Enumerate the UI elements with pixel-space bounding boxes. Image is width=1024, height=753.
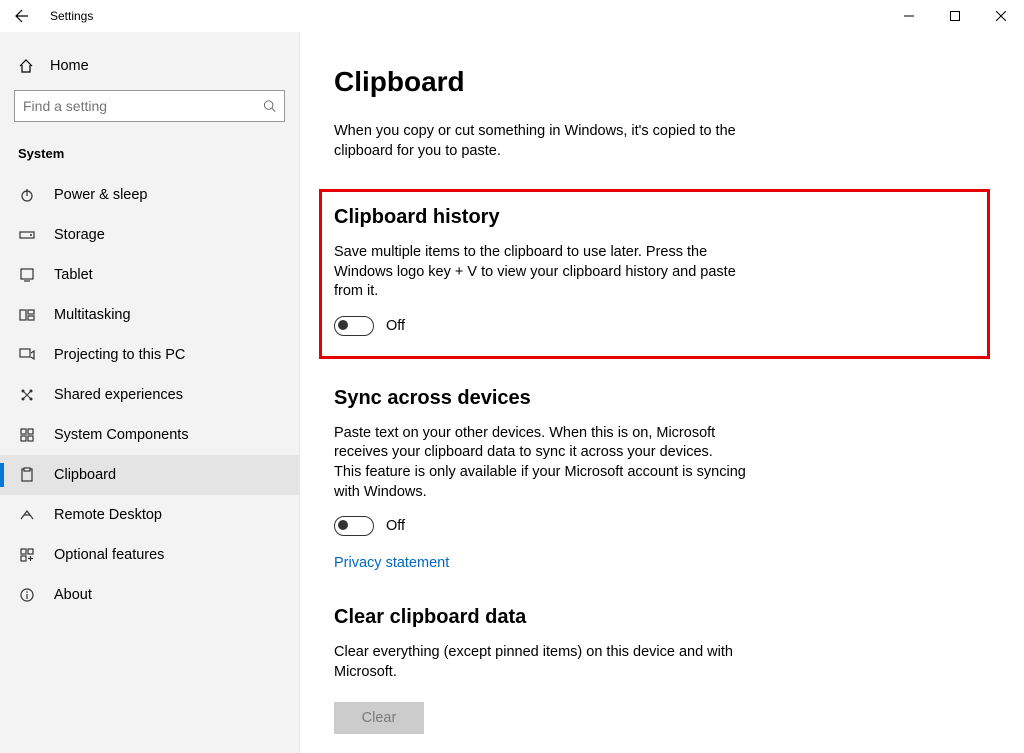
components-icon	[18, 427, 36, 443]
sidebar-item-label: Clipboard	[54, 467, 116, 483]
window-controls	[886, 0, 1024, 32]
sidebar-item-label: Remote Desktop	[54, 507, 162, 523]
clear-button[interactable]: Clear	[334, 702, 424, 734]
sidebar-heading: System	[0, 136, 299, 175]
maximize-button[interactable]	[932, 0, 978, 32]
sidebar-item-label: System Components	[54, 427, 189, 443]
sidebar-item-tablet[interactable]: Tablet	[0, 255, 299, 295]
sidebar-item-projecting[interactable]: Projecting to this PC	[0, 335, 299, 375]
maximize-icon	[950, 11, 960, 21]
sidebar-item-label: Storage	[54, 227, 105, 243]
clear-section: Clear clipboard data Clear everything (e…	[334, 606, 984, 734]
sidebar-item-remote-desktop[interactable]: Remote Desktop	[0, 495, 299, 535]
sidebar-home-label: Home	[50, 58, 89, 74]
info-icon	[18, 587, 36, 603]
sidebar-item-label: Multitasking	[54, 307, 131, 323]
clipboard-history-toggle-label: Off	[386, 318, 405, 334]
sidebar-item-label: Tablet	[54, 267, 93, 283]
sidebar-item-label: Optional features	[54, 547, 164, 563]
minimize-icon	[904, 11, 914, 21]
sync-toggle[interactable]	[334, 516, 374, 536]
multitasking-icon	[18, 307, 36, 323]
close-icon	[996, 11, 1006, 21]
remote-desktop-icon	[18, 507, 36, 523]
arrow-left-icon	[14, 8, 30, 24]
power-icon	[18, 187, 36, 203]
window-title: Settings	[50, 9, 93, 23]
sidebar-item-about[interactable]: About	[0, 575, 299, 615]
search-box[interactable]	[14, 90, 285, 122]
sidebar: Home System Power & sleep Storage Tablet…	[0, 32, 300, 753]
sidebar-item-system-components[interactable]: System Components	[0, 415, 299, 455]
home-icon	[18, 58, 34, 74]
projecting-icon	[18, 347, 36, 363]
page-description: When you copy or cut something in Window…	[334, 122, 754, 161]
shared-icon	[18, 387, 36, 403]
sidebar-item-multitasking[interactable]: Multitasking	[0, 295, 299, 335]
clear-title: Clear clipboard data	[334, 606, 984, 629]
sync-desc-2: This feature is only available if your M…	[334, 463, 754, 502]
sidebar-item-label: Projecting to this PC	[54, 347, 185, 363]
close-button[interactable]	[978, 0, 1024, 32]
clipboard-history-toggle-row: Off	[334, 316, 975, 336]
body: Home System Power & sleep Storage Tablet…	[0, 32, 1024, 753]
sidebar-item-storage[interactable]: Storage	[0, 215, 299, 255]
sync-section: Sync across devices Paste text on your o…	[334, 387, 984, 572]
sync-toggle-row: Off	[334, 516, 984, 536]
search-icon	[263, 99, 276, 113]
sidebar-item-label: Shared experiences	[54, 387, 183, 403]
minimize-button[interactable]	[886, 0, 932, 32]
toggle-knob	[338, 520, 348, 530]
page-title: Clipboard	[334, 66, 984, 98]
clear-desc: Clear everything (except pinned items) o…	[334, 643, 754, 682]
optional-features-icon	[18, 547, 36, 563]
sync-title: Sync across devices	[334, 387, 984, 410]
sync-desc-1: Paste text on your other devices. When t…	[334, 424, 754, 463]
search-input[interactable]	[23, 98, 263, 114]
clipboard-icon	[18, 467, 36, 483]
sidebar-home[interactable]: Home	[0, 48, 299, 84]
privacy-statement-link[interactable]: Privacy statement	[334, 555, 449, 571]
clipboard-history-toggle[interactable]	[334, 316, 374, 336]
clipboard-history-desc: Save multiple items to the clipboard to …	[334, 243, 754, 302]
sidebar-item-label: About	[54, 587, 92, 603]
sidebar-item-shared-experiences[interactable]: Shared experiences	[0, 375, 299, 415]
clipboard-history-title: Clipboard history	[334, 206, 975, 229]
storage-icon	[18, 227, 36, 243]
back-button[interactable]	[8, 2, 36, 30]
content: Clipboard When you copy or cut something…	[300, 32, 1024, 753]
toggle-knob	[338, 320, 348, 330]
sidebar-item-power-sleep[interactable]: Power & sleep	[0, 175, 299, 215]
tablet-icon	[18, 267, 36, 283]
sidebar-item-optional-features[interactable]: Optional features	[0, 535, 299, 575]
titlebar: Settings	[0, 0, 1024, 32]
clipboard-history-section: Clipboard history Save multiple items to…	[334, 206, 975, 336]
clipboard-history-highlight: Clipboard history Save multiple items to…	[319, 189, 990, 359]
titlebar-left: Settings	[8, 2, 93, 30]
sidebar-item-clipboard[interactable]: Clipboard	[0, 455, 299, 495]
sidebar-item-label: Power & sleep	[54, 187, 148, 203]
sync-toggle-label: Off	[386, 518, 405, 534]
